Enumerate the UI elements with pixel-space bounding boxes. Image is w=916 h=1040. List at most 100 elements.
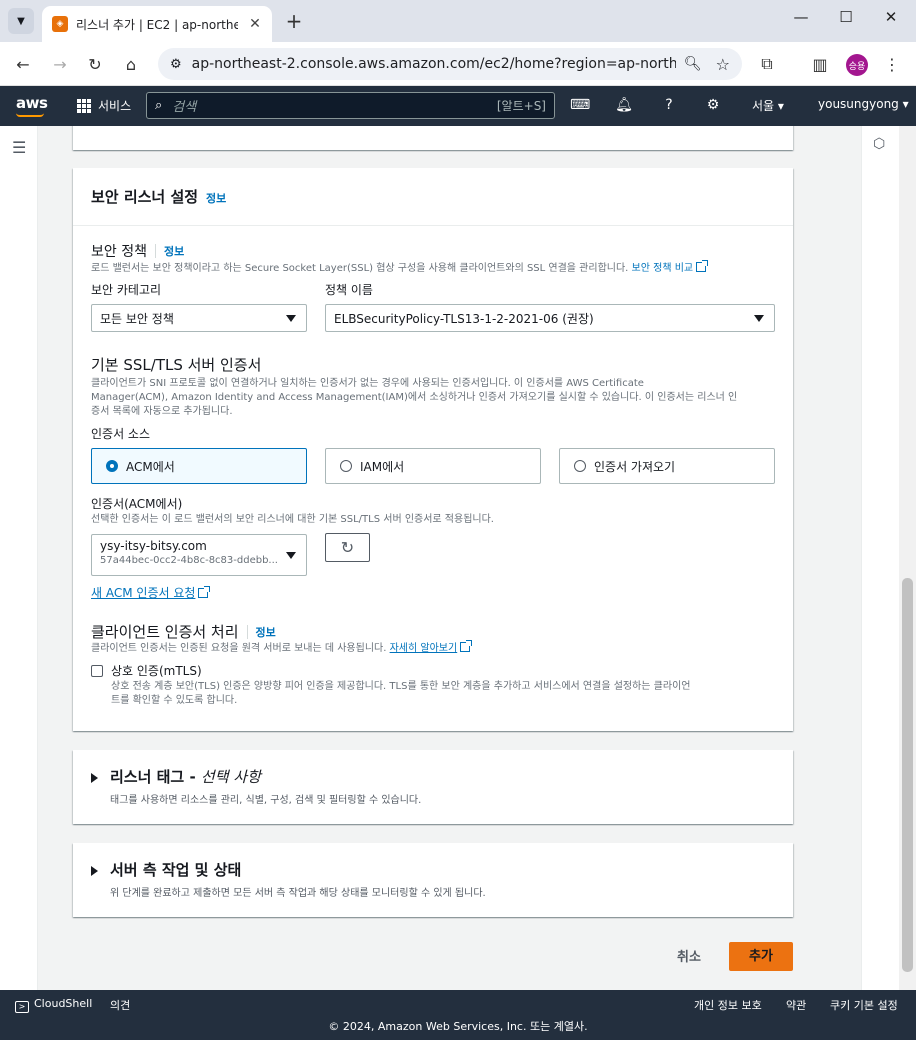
cloudshell-icon[interactable]: ⌨ [570,97,590,113]
left-rail: ☰ [0,126,38,990]
client-cert-info-link[interactable]: 정보 [256,624,276,640]
client-cert-title: 클라이언트 인증서 처리 [91,623,239,641]
right-rail: ⬡ [861,126,899,990]
footer-copyright: © 2024, Amazon Web Services, Inc. 또는 계열사… [328,1020,588,1033]
search-icon: ⌕ [155,98,163,113]
tags-title-text: 리스너 태그 - [110,768,201,786]
maximize-icon[interactable]: ☐ [834,8,858,26]
policy-info-separator [154,244,156,258]
notifications-bell-icon[interactable]: 🔔︎ [615,97,633,113]
listener-tags-title: 리스너 태그 - 선택 사항 [110,766,261,787]
side-panel-icon[interactable]: ▥ [808,52,832,76]
learn-more-link[interactable]: 자세히 알아보기 [390,643,458,654]
cert-title: 기본 SSL/TLS 서버 인증서 [91,356,262,374]
main-content: 보안 리스너 설정 정보 보안 정책 정보 로드 밸런서는 보안 정책이라고 하… [39,126,861,990]
back-arrow-icon[interactable]: ← [11,52,35,76]
cert-domain: ysy-itsy-bitsy.com [100,539,207,553]
add-button[interactable]: 추가 [729,942,793,971]
policy-heading-row: 보안 정책 정보 [91,241,184,261]
new-tab-icon[interactable]: + [284,9,304,33]
expand-caret-icon[interactable] [91,866,98,876]
policy-name-select[interactable]: ELBSecurityPolicy-TLS13-1-2-2021-06 (권장) [325,304,775,332]
bookmark-star-icon[interactable]: ☆ [716,55,730,74]
mtls-label[interactable]: 상호 인증(mTLS) [111,662,202,679]
home-icon[interactable]: ⌂ [119,52,143,76]
mtls-description: 상호 전송 계층 보안(TLS) 인증은 양방향 피어 인증을 제공합니다. T… [111,680,690,708]
refresh-icon: ↻ [340,538,355,557]
acm-cert-description: 선택한 인증서는 이 로드 밸런서의 보안 리스너에 대한 기본 SSL/TLS… [91,514,494,525]
services-grid-icon[interactable] [77,99,91,113]
policy-description-text: 로드 밸런서는 보안 정책이라고 하는 Secure Socket Layer(… [91,263,629,274]
section-title: 보안 리스너 설정 [91,188,199,206]
extensions-icon[interactable]: ⧉ [755,52,779,76]
page-scrollbar[interactable] [899,126,916,990]
radio-import[interactable] [574,460,586,472]
acm-certificate-select[interactable]: ysy-itsy-bitsy.com 57a44bec-0cc2-4b8c-8c… [91,534,307,576]
ec2-favicon-icon: ◈ [52,16,68,32]
footer-feedback[interactable]: 의견 [110,997,130,1013]
source-acm-label: ACM에서 [126,459,175,474]
aws-footer: > CloudShell 의견 개인 정보 보호 약관 쿠키 기본 설정 © 20… [0,990,916,1040]
aws-search-input[interactable]: ⌕ 검색 [알트+S] [146,92,555,119]
security-category-select[interactable]: 모든 보안 정책 [91,304,307,332]
radio-acm[interactable] [106,460,118,472]
browser-tab-active[interactable]: ◈ 리스너 추가 | EC2 | ap-northeast-2 ✕ [42,6,272,42]
scrollbar-thumb[interactable] [902,578,913,972]
source-tile-import[interactable]: 인증서 가져오기 [559,448,775,484]
tab-search-chevron-icon[interactable]: ▼ [8,8,34,34]
close-window-icon[interactable]: ✕ [879,8,903,26]
browser-menu-icon[interactable]: ⋮ [880,52,904,76]
address-bar[interactable]: ⚙ ap-northeast-2.console.aws.amazon.com/… [158,48,742,80]
policy-name-label: 정책 이름 [325,283,373,297]
source-iam-label: IAM에서 [360,459,405,474]
client-cert-info-separator [246,624,248,639]
policy-compare-link[interactable]: 보안 정책 비교 [632,263,694,274]
help-icon[interactable]: ? [660,97,678,113]
server-actions-card[interactable]: 서버 측 작업 및 상태 위 단계를 완료하고 제출하면 모든 서버 측 작업과… [73,843,793,917]
request-cert-row: 새 ACM 인증서 요청 [91,584,211,601]
source-tile-acm[interactable]: ACM에서 [91,448,307,484]
footer-terms[interactable]: 약관 [786,997,806,1013]
request-acm-cert-link[interactable]: 새 ACM 인증서 요청 [91,586,195,600]
browser-toolbar: ← → ↻ ⌂ ⚙ ap-northeast-2.console.aws.ama… [0,42,916,86]
reload-icon[interactable]: ↻ [83,52,107,76]
tab-close-icon[interactable]: ✕ [246,16,264,32]
footer-privacy[interactable]: 개인 정보 보호 [694,997,762,1013]
profile-avatar[interactable]: 승용 [846,54,868,76]
account-menu[interactable]: yousungyong ▾ [818,97,909,111]
tab-title: 리스너 추가 | EC2 | ap-northeast-2 [76,17,238,32]
search-shortcut: [알트+S] [496,99,546,113]
previous-section-card [73,126,793,150]
settings-gear-icon[interactable]: ⚙ [704,97,722,113]
aws-logo[interactable]: aws [16,94,48,112]
hexagon-panel-icon[interactable]: ⬡ [873,136,885,152]
footer-cloudshell[interactable]: > CloudShell [15,997,92,1013]
site-info-icon[interactable]: ⚙ [170,57,182,72]
hamburger-menu-icon[interactable]: ☰ [12,138,26,157]
cancel-button[interactable]: 취소 [671,946,707,970]
region-selector[interactable]: 서울 ▾ [752,97,784,114]
category-value: 모든 보안 정책 [100,311,174,326]
section-info-link[interactable]: 정보 [206,190,226,206]
mtls-checkbox[interactable] [91,665,103,677]
zoom-icon[interactable]: 🔍︎ [684,56,702,72]
expand-caret-icon[interactable] [91,773,98,783]
source-tile-iam[interactable]: IAM에서 [325,448,541,484]
source-import-label: 인증서 가져오기 [594,459,676,474]
server-actions-title: 서버 측 작업 및 상태 [110,861,242,879]
forward-arrow-icon[interactable]: → [48,52,72,76]
footer-cookies[interactable]: 쿠키 기본 설정 [830,997,898,1013]
external-link-icon [696,260,709,272]
minimize-icon[interactable]: — [789,8,813,26]
external-link-icon [460,640,473,652]
policy-info-link[interactable]: 정보 [164,243,184,259]
cloudshell-icon: > [15,1001,29,1013]
policy-name-value: ELBSecurityPolicy-TLS13-1-2-2021-06 (권장) [334,311,594,326]
listener-tags-card[interactable]: 리스너 태그 - 선택 사항 태그를 사용하면 리소스를 관리, 식별, 구성,… [73,750,793,824]
aws-top-nav: aws 서비스 ⌕ 검색 [알트+S] ⌨ 🔔︎ ? ⚙ 서울 ▾ yousun… [0,86,916,126]
services-menu-label[interactable]: 서비스 [98,97,131,114]
refresh-certificates-button[interactable]: ↻ [325,533,370,562]
radio-iam[interactable] [340,460,352,472]
listener-tags-description: 태그를 사용하면 리소스를 관리, 식별, 구성, 검색 및 필터링할 수 있습… [110,795,422,806]
caret-down-icon [286,315,296,322]
